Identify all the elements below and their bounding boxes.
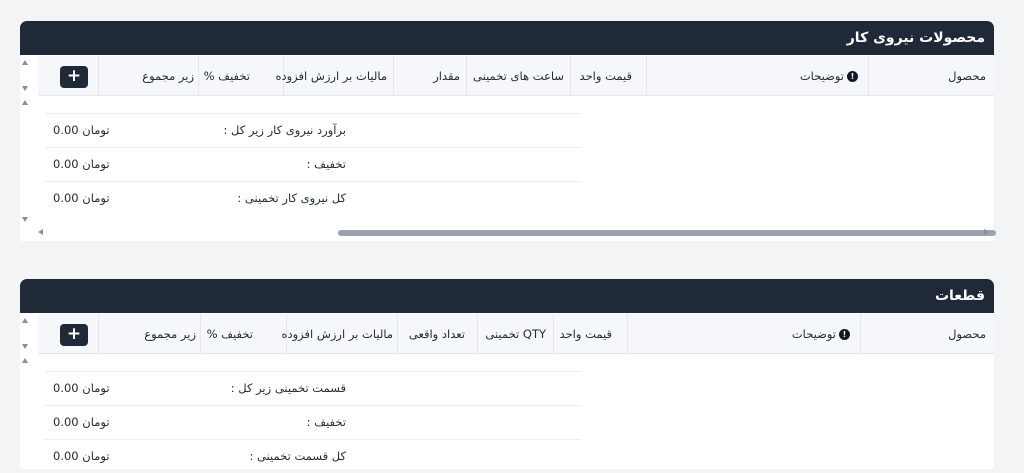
scroll-down-icon[interactable]: [22, 217, 28, 222]
scroll-down-icon[interactable]: [22, 344, 28, 349]
scroll-left-icon[interactable]: [38, 229, 43, 235]
info-circle-icon[interactable]: !: [847, 71, 858, 82]
scroll-up-icon[interactable]: [22, 318, 28, 323]
plus-icon: +: [66, 66, 82, 86]
labour-products-panel: محصولات نیروی کار + زیر مجموع تخفیف % ما…: [20, 21, 996, 241]
labour-table-header: + زیر مجموع تخفیف % مالیات بر ارزش افزود…: [38, 56, 994, 96]
summary-label: کل نیروی کار تخمینی :: [237, 191, 346, 205]
summary-row-discount: تخفیف : 0.00 تومان: [45, 148, 581, 182]
column-description-label: توضیحات: [791, 327, 836, 341]
parts-panel: قطعات + زیر مجموع تخفیف % مالیات بر ارزش…: [20, 279, 994, 469]
scroll-up-icon[interactable]: [22, 60, 28, 65]
labour-summary: برآورد نیروی کار زیر کل : 0.00 تومان تخف…: [45, 113, 581, 215]
column-vat: مالیات بر ارزش افزوده: [281, 327, 393, 341]
column-product: محصول: [948, 69, 986, 83]
column-discount: تخفیف %: [203, 69, 250, 83]
summary-label: تخفیف :: [306, 157, 346, 171]
summary-value: 0.00 تومان: [53, 157, 110, 171]
column-product: محصول: [948, 327, 986, 341]
column-description: !توضیحات: [646, 56, 868, 96]
scrollbar-thumb[interactable]: [338, 230, 996, 236]
column-unit-price: قیمت واحد: [579, 69, 632, 83]
summary-label: تخفیف :: [306, 415, 346, 429]
labour-vertical-scrollbar[interactable]: [20, 55, 38, 238]
column-vat: مالیات بر ارزش افزوده: [275, 69, 387, 83]
summary-value: 0.00 تومان: [53, 415, 110, 429]
summary-row-total: کل نیروی کار تخمینی : 0.00 تومان: [45, 182, 581, 215]
summary-label: برآورد نیروی کار زیر کل :: [223, 123, 346, 137]
scroll-up-icon[interactable]: [22, 100, 28, 105]
scroll-right-icon[interactable]: [984, 229, 989, 235]
column-quantity: مقدار: [433, 69, 460, 83]
column-subtotal: زیر مجموع: [142, 69, 194, 83]
summary-label: کل قسمت تخمینی :: [249, 449, 346, 463]
summary-row-subtotal: برآورد نیروی کار زیر کل : 0.00 تومان: [45, 114, 581, 148]
summary-row-subtotal: قسمت تخمینی زیر کل : 0.00 تومان: [45, 372, 581, 406]
column-unit-price: قیمت واحد: [559, 327, 612, 341]
scroll-down-icon[interactable]: [22, 86, 28, 91]
column-subtotal: زیر مجموع: [144, 327, 196, 341]
labour-horizontal-scrollbar[interactable]: [38, 228, 996, 238]
summary-value: 0.00 تومان: [53, 449, 110, 463]
summary-value: 0.00 تومان: [53, 191, 110, 205]
summary-label: قسمت تخمینی زیر کل :: [230, 381, 346, 395]
summary-value: 0.00 تومان: [53, 123, 110, 137]
plus-icon: +: [66, 324, 82, 344]
parts-summary: قسمت تخمینی زیر کل : 0.00 تومان تخفیف : …: [45, 371, 581, 473]
parts-table-header: + زیر مجموع تخفیف % مالیات بر ارزش افزود…: [38, 314, 994, 354]
column-discount: تخفیف %: [206, 327, 253, 341]
parts-panel-title: قطعات: [20, 279, 994, 313]
labour-panel-title: محصولات نیروی کار: [20, 21, 994, 55]
scroll-up-icon[interactable]: [22, 358, 28, 363]
add-part-row-button[interactable]: +: [60, 324, 88, 346]
column-estimated-qty: QTY تخمینی: [485, 327, 546, 341]
add-labour-row-button[interactable]: +: [60, 66, 88, 88]
parts-vertical-scrollbar[interactable]: [20, 313, 38, 463]
column-estimated-hours: ساعت های تخمینی: [473, 69, 564, 83]
column-actual-count: تعداد واقعی: [408, 327, 465, 341]
info-circle-icon[interactable]: !: [839, 329, 850, 340]
summary-value: 0.00 تومان: [53, 381, 110, 395]
summary-row-total: کل قسمت تخمینی : 0.00 تومان: [45, 440, 581, 473]
column-description: !توضیحات: [627, 314, 860, 354]
column-description-label: توضیحات: [799, 69, 844, 83]
summary-row-discount: تخفیف : 0.00 تومان: [45, 406, 581, 440]
